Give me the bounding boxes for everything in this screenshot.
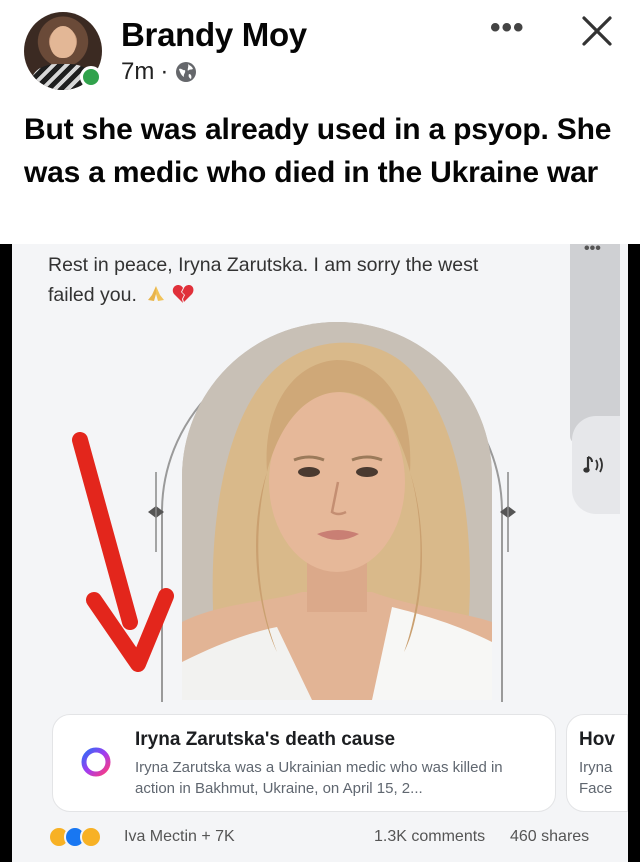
red-arrow (72, 432, 174, 672)
sad-reaction-icon (80, 826, 102, 848)
avatar-face (50, 26, 76, 58)
author-avatar[interactable] (24, 12, 102, 90)
screenshot-text-line2-row: failed you. (48, 280, 558, 310)
link-title[interactable]: Iryna Zarutska's death cause (135, 729, 395, 751)
music-note-button[interactable] (572, 416, 620, 514)
online-status-dot (80, 66, 102, 88)
reaction-icons[interactable] (48, 826, 122, 850)
next-link-desc-line1: Iryna (579, 759, 613, 776)
screenshot-text-line2: failed you. (48, 284, 137, 306)
post-meta: 7m · (121, 58, 198, 86)
shares-count[interactable]: 460 shares (510, 828, 589, 846)
author-name[interactable]: Brandy Moy (121, 16, 307, 54)
praying-hands-icon (148, 286, 165, 301)
meta-separator: · (160, 58, 169, 85)
memorial-portrait (182, 322, 492, 700)
post-time[interactable]: 7m (121, 58, 154, 86)
shared-screenshot[interactable]: Rest in peace, Iryna Zarutska. I am sorr… (0, 240, 640, 862)
screenshot-content: Rest in peace, Iryna Zarutska. I am sorr… (12, 240, 628, 862)
reactors-count[interactable]: Iva Mectin + 7K (124, 828, 235, 846)
next-link-card[interactable]: Hov Iryna Face (566, 714, 628, 812)
globe-icon[interactable] (174, 60, 198, 84)
post-header: Brandy Moy 7m · ••• (0, 0, 640, 100)
side-more-icon[interactable]: ••• (584, 240, 601, 258)
side-scroll-strip (570, 244, 620, 444)
comments-count[interactable]: 1.3K comments (374, 828, 485, 846)
screenshot-text-line1: Rest in peace, Iryna Zarutska. I am sorr… (48, 254, 479, 276)
reactions-row: Iva Mectin + 7K 1.3K comments 460 shares (48, 824, 620, 854)
screenshot-post-text: Rest in peace, Iryna Zarutska. I am sorr… (48, 250, 558, 310)
portrait-illustration (182, 322, 492, 700)
post-caption: But she was already used in a psyop. She… (24, 113, 612, 189)
circle-logo-icon (81, 747, 111, 777)
music-note-icon (583, 456, 603, 473)
link-description: Iryna Zarutska was a Ukrainian medic who… (135, 759, 503, 797)
next-link-description: Iryna Face (579, 757, 612, 799)
next-link-title: Hov (579, 729, 615, 750)
close-icon[interactable] (578, 12, 616, 50)
next-link-desc-line2: Face (579, 780, 613, 797)
link-preview-card[interactable]: Iryna Zarutska's death cause Iryna Zarut… (52, 714, 556, 812)
broken-heart-icon (172, 285, 194, 303)
more-options-icon[interactable]: ••• (490, 13, 525, 43)
